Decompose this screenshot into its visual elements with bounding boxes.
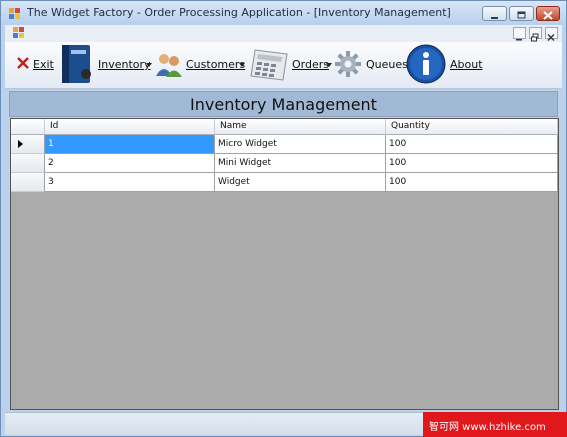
row-header[interactable] [11,173,45,192]
cell-id[interactable]: 1 [45,135,215,154]
cell-id[interactable]: 2 [45,154,215,173]
table-row[interactable]: 1 Micro Widget 100 [11,135,558,154]
close-button[interactable] [536,6,560,21]
main-toolbar: Exit Inventory Customers Orders Queues A… [5,42,562,89]
column-header-quantity[interactable]: Quantity [386,119,558,135]
app-window: The Widget Factory - Order Processing Ap… [0,0,567,437]
inventory-menu-button[interactable]: Inventory [56,42,152,88]
table-row[interactable]: 3 Widget 100 [11,173,558,192]
page-title: Inventory Management [190,95,377,114]
title-bar[interactable]: The Widget Factory - Order Processing Ap… [1,1,566,25]
row-header[interactable] [11,135,45,154]
column-header-quantity-label: Quantity [391,121,430,131]
inventory-label: Inventory [98,58,151,71]
users-icon [156,54,182,77]
dropdown-caret-icon [146,63,152,67]
mdi-close-button[interactable] [545,27,558,41]
customers-label: Customers [186,58,246,71]
cell-quantity[interactable]: 100 [386,154,558,173]
queues-button[interactable]: Queues [335,42,408,88]
cell-quantity[interactable]: 100 [386,135,558,154]
cell-quantity-text: 100 [389,158,407,168]
restore-icon [517,11,526,19]
current-row-indicator-icon [18,140,23,148]
minimize-button[interactable] [482,6,507,21]
orders-menu-button[interactable]: Orders [249,42,334,88]
mdi-minimize-button[interactable] [513,27,526,41]
cell-name[interactable]: Mini Widget [215,154,386,173]
cell-quantity-text: 100 [389,177,407,187]
minimize-icon [491,17,498,19]
queues-label: Queues [366,58,408,71]
app-icon [9,8,20,19]
column-header-id[interactable]: Id [45,119,215,135]
mdi-child-icon[interactable] [13,27,25,39]
mdi-control-strip [5,25,562,42]
cell-quantity-text: 100 [389,139,407,149]
column-header-id-label: Id [50,121,59,131]
info-icon [406,44,446,84]
column-header-name-label: Name [220,121,247,131]
about-button[interactable]: About [406,42,484,88]
about-label: About [450,58,483,71]
customers-menu-button[interactable]: Customers [155,42,248,88]
cell-name[interactable]: Widget [215,173,386,192]
cell-name-text: Micro Widget [218,139,277,149]
close-icon [543,11,553,20]
cell-name[interactable]: Micro Widget [215,135,386,154]
dropdown-caret-icon [326,63,332,67]
cell-id-text: 1 [48,139,54,149]
dropdown-caret-icon [239,63,245,67]
exit-label: Exit [33,58,54,71]
exit-button[interactable]: Exit [13,42,54,88]
red-x-icon [17,57,29,69]
gear-icon [335,51,361,77]
cell-name-text: Mini Widget [218,158,272,168]
mdi-restore-button[interactable] [529,27,542,42]
watermark-text: 智可网 www.hzhike.com [429,422,546,433]
maximize-button[interactable] [509,6,534,21]
cell-id[interactable]: 3 [45,173,215,192]
cell-id-text: 3 [48,177,54,187]
cell-id-text: 2 [48,158,54,168]
cell-name-text: Widget [218,177,250,187]
row-header[interactable] [11,154,45,173]
cell-quantity[interactable]: 100 [386,173,558,192]
column-header-name[interactable]: Name [215,119,386,135]
page-banner: Inventory Management [9,91,558,117]
book-icon [62,45,91,83]
watermark: 智可网 www.hzhike.com [423,412,567,437]
inventory-form: Inventory Management Id Name Quantity 1 … [5,89,562,412]
orders-label: Orders [292,58,329,71]
window-title: The Widget Factory - Order Processing Ap… [27,6,451,19]
grid-corner-header[interactable] [11,119,45,135]
table-row[interactable]: 2 Mini Widget 100 [11,154,558,173]
calculator-icon [250,49,288,81]
inventory-data-grid[interactable]: Id Name Quantity 1 Micro Widget 100 2 Mi… [10,118,559,410]
